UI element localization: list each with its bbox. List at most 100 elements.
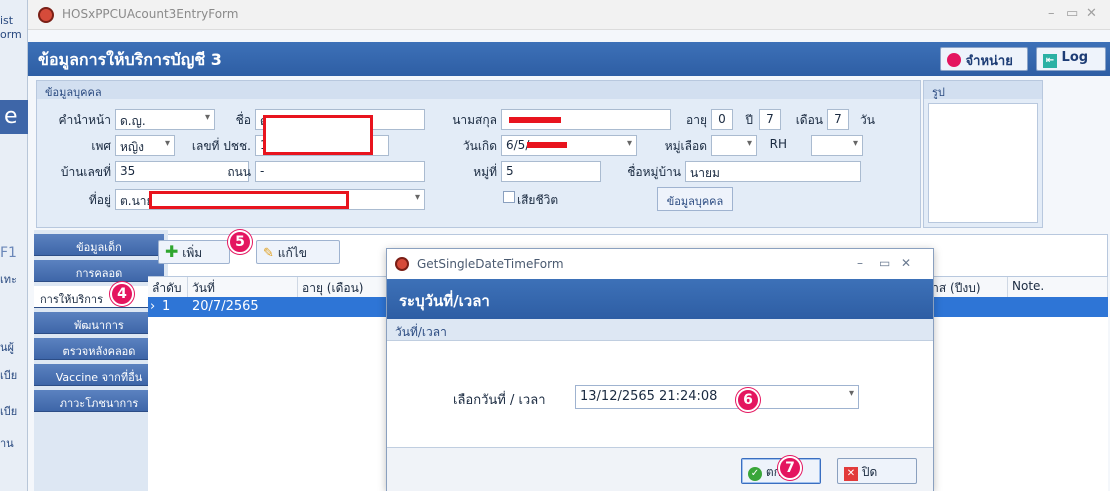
prefix-label: คำนำหน้า bbox=[58, 113, 111, 127]
step-badge-5: 5 bbox=[228, 230, 252, 254]
add-label: เพิ่ม bbox=[182, 246, 203, 260]
blood-label: หมู่เลือด bbox=[664, 139, 707, 153]
discharge-button[interactable]: จำหน่าย bbox=[940, 47, 1028, 71]
log-button[interactable]: ⇤ Log bbox=[1036, 47, 1106, 71]
dead-checkbox[interactable] bbox=[503, 191, 515, 203]
person-info-button[interactable]: ข้อมูลบุคคล bbox=[657, 187, 733, 211]
moo-label: หมู่ที่ bbox=[473, 165, 497, 179]
village-label: ชื่อหมู่บ้าน bbox=[627, 165, 681, 179]
photo-box bbox=[928, 103, 1038, 223]
maximize-icon[interactable]: ▭ bbox=[1066, 6, 1078, 21]
address-label: ที่อยู่ bbox=[88, 193, 111, 207]
strip-text: F1 bbox=[0, 245, 17, 261]
pencil-icon: ✎ bbox=[263, 246, 274, 261]
step-badge-7: 7 bbox=[778, 456, 802, 480]
age-years-unit: ปี bbox=[745, 113, 753, 127]
dialog-footer: ✓ ตก ✕ ปิด bbox=[387, 447, 933, 491]
x-icon: ✕ bbox=[844, 467, 858, 481]
age-months[interactable]: 7 bbox=[759, 109, 781, 130]
dialog-section-bar: วันที่/เวลา bbox=[387, 319, 933, 341]
moo-input[interactable]: 5 bbox=[501, 161, 601, 182]
age-label: อายุ bbox=[686, 113, 707, 127]
menu-item-delivery[interactable]: การคลอด bbox=[34, 260, 164, 282]
sex-select[interactable]: หญิง bbox=[115, 135, 175, 156]
row-pointer-icon: › bbox=[150, 299, 156, 314]
datetime-dialog: GetSingleDateTimeForm – ▭ ✕ ระบุวันที่/เ… bbox=[386, 248, 934, 491]
dialog-title-bar: GetSingleDateTimeForm – ▭ ✕ bbox=[387, 249, 933, 279]
age-years[interactable]: 0 bbox=[711, 109, 733, 130]
strip-text: าน bbox=[0, 437, 14, 450]
menu-item-postnatal[interactable]: ตรวจหลังคลอด bbox=[34, 338, 164, 360]
rh-select[interactable] bbox=[811, 135, 863, 156]
close-icon[interactable]: ✕ bbox=[1086, 6, 1097, 21]
house-label: บ้านเลขที่ bbox=[60, 165, 111, 179]
photo-group: รูป bbox=[923, 80, 1043, 228]
photo-title: รูป bbox=[924, 81, 1042, 99]
page-header: ข้อมูลการให้บริการบัญชี 3 จำหน่าย ⇤ Log bbox=[28, 42, 1110, 76]
dialog-heading: ระบุวันที่/เวลา bbox=[399, 292, 490, 310]
menu-item-vaccine[interactable]: Vaccine จากที่อื่น bbox=[34, 364, 164, 386]
dialog-header: ระบุวันที่/เวลา bbox=[387, 279, 933, 319]
step-badge-6: 6 bbox=[736, 388, 760, 412]
strip-text: เทะ bbox=[0, 273, 17, 286]
birth-input[interactable]: 6/5/ bbox=[501, 135, 637, 156]
road-label: ถนน bbox=[227, 165, 251, 179]
prefix-select[interactable]: ด.ญ. bbox=[115, 109, 215, 130]
village-input[interactable]: นายม bbox=[685, 161, 861, 182]
surname-label: นามสกุล bbox=[452, 113, 497, 127]
menu-item-service[interactable]: การให้บริการ bbox=[34, 286, 164, 308]
app-icon bbox=[38, 7, 54, 23]
redaction-box bbox=[149, 191, 349, 209]
blood-select[interactable] bbox=[711, 135, 757, 156]
close-label: ปิด bbox=[861, 465, 878, 479]
age-days[interactable]: 7 bbox=[827, 109, 849, 130]
strip-text: เบีย bbox=[0, 369, 18, 382]
redaction-box bbox=[263, 115, 373, 155]
col-header-date[interactable]: วันที่ bbox=[188, 277, 298, 297]
personal-info-group: ข้อมูลบุคคล คำนำหน้า ด.ญ. ชื่อ ด นามสกุล… bbox=[36, 80, 921, 228]
strip-text: เบีย bbox=[0, 405, 18, 418]
dialog-close-icon[interactable]: ✕ bbox=[901, 256, 911, 270]
col-header-note[interactable]: Note. bbox=[1008, 277, 1108, 297]
minimize-icon[interactable]: – bbox=[1048, 6, 1055, 21]
row-date: 20/7/2565 bbox=[192, 299, 259, 314]
redaction-mark bbox=[527, 142, 567, 148]
dead-label: เสียชีวิต bbox=[517, 193, 559, 207]
datetime-input[interactable]: 13/12/2565 21:24:08 bbox=[575, 385, 859, 409]
background-window-strip: ist orm e F1 เทะ นผู้ เบีย เบีย าน bbox=[0, 0, 28, 491]
window-title: HOSxPPCUAcount3EntryForm bbox=[62, 7, 239, 21]
check-icon: ✓ bbox=[748, 467, 762, 481]
col-header-age[interactable]: อายุ (เดือน) bbox=[298, 277, 398, 297]
strip-text: orm bbox=[0, 28, 22, 41]
add-button[interactable]: ✚ เพิ่ม bbox=[158, 240, 230, 264]
cid-label: เลขที่ ปชช. bbox=[191, 139, 251, 153]
page-title: ข้อมูลการให้บริการบัญชี 3 bbox=[38, 50, 222, 69]
close-button[interactable]: ✕ ปิด bbox=[837, 458, 917, 484]
strip-text: e bbox=[0, 100, 28, 134]
col-header-no[interactable]: ลำดับ bbox=[148, 277, 188, 297]
plus-icon: ✚ bbox=[165, 242, 179, 261]
menu-item-development[interactable]: พัฒนาการ bbox=[34, 312, 164, 334]
strip-text: นผู้ bbox=[0, 341, 14, 354]
row-no: 1 bbox=[162, 299, 171, 314]
dialog-minimize-icon[interactable]: – bbox=[857, 256, 863, 270]
road-input[interactable]: - bbox=[255, 161, 425, 182]
datetime-label: เลือกวันที่ / เวลา bbox=[453, 393, 546, 408]
age-days-unit: วัน bbox=[860, 113, 875, 127]
menu-item-nutrition[interactable]: ภาวะโภชนาการ bbox=[34, 390, 164, 412]
edit-button[interactable]: ✎ แก้ไข bbox=[256, 240, 340, 264]
menu-item-child-info[interactable]: ข้อมูลเด็ก bbox=[34, 234, 164, 256]
rh-label: RH bbox=[769, 137, 787, 151]
redaction-mark bbox=[509, 117, 561, 123]
sex-label: เพศ bbox=[91, 139, 111, 153]
log-label: Log bbox=[1061, 50, 1089, 65]
discharge-icon bbox=[947, 53, 961, 67]
dialog-maximize-icon[interactable]: ▭ bbox=[879, 256, 890, 270]
birth-label: วันเกิด bbox=[462, 139, 497, 153]
dialog-app-icon bbox=[395, 257, 409, 271]
dialog-section-title: วันที่/เวลา bbox=[395, 325, 447, 339]
name-label: ชื่อ bbox=[235, 113, 251, 127]
step-badge-4: 4 bbox=[110, 282, 134, 306]
edit-label: แก้ไข bbox=[277, 246, 307, 260]
age-months-unit: เดือน bbox=[795, 113, 823, 127]
